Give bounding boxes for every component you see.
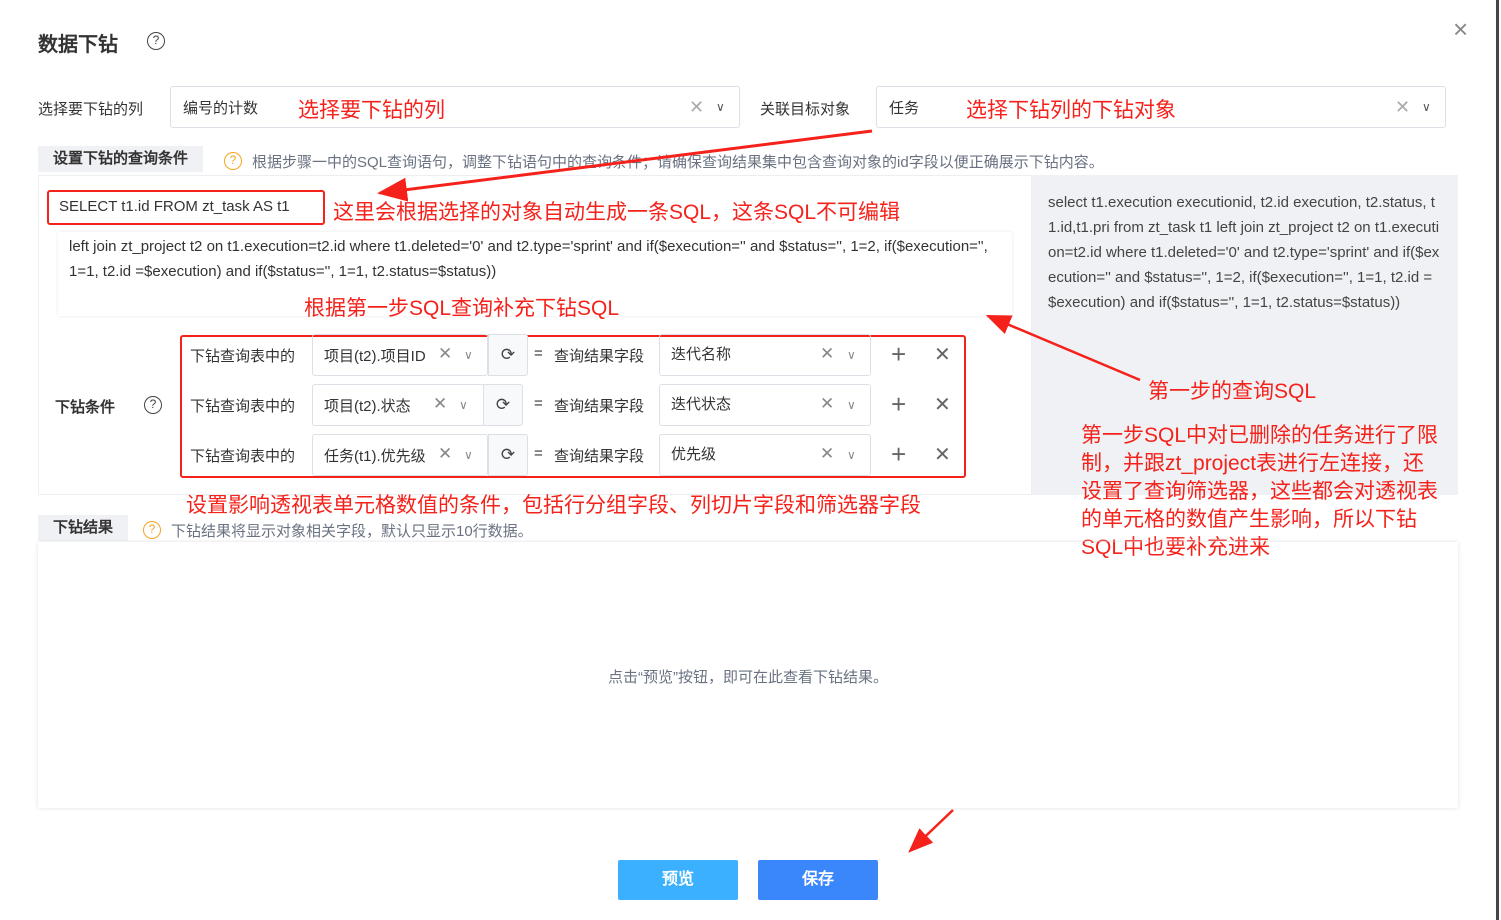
arrow (985, 314, 1141, 382)
arrow (908, 809, 954, 853)
scrollbar[interactable] (1496, 0, 1499, 920)
arrow (377, 129, 873, 202)
annotation-arrows (377, 0, 1499, 920)
